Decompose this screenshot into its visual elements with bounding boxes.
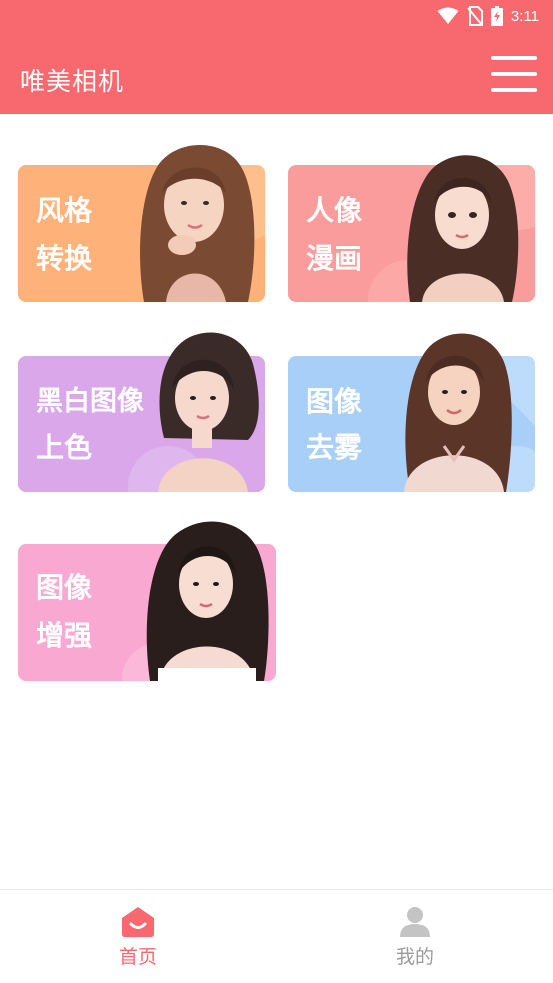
tab-home[interactable]: 首页 bbox=[0, 890, 276, 983]
bottom-tab-bar: 首页 我的 bbox=[0, 889, 553, 983]
card-title-line1: 图像 bbox=[306, 385, 363, 418]
portrait-image bbox=[140, 144, 255, 302]
user-icon bbox=[400, 907, 430, 937]
feature-card-portrait-cartoon[interactable]: 人像 漫画 bbox=[288, 155, 535, 302]
status-icons: 3:11 bbox=[437, 6, 539, 26]
app-bar: 唯美相机 bbox=[0, 32, 553, 114]
portrait-image bbox=[158, 332, 259, 492]
card-title-line1: 风格 bbox=[36, 194, 93, 227]
card-title-line1: 人像 bbox=[306, 194, 363, 227]
feature-card-enhance[interactable]: 图像 增强 bbox=[18, 521, 276, 681]
card-title-line2: 转换 bbox=[36, 242, 93, 275]
portrait-image bbox=[146, 521, 269, 681]
tab-home-label: 首页 bbox=[118, 946, 157, 968]
card-title-line2: 漫画 bbox=[306, 242, 363, 275]
feature-card-colorize[interactable]: 黑白图像 上色 bbox=[18, 332, 265, 492]
tab-mine-label: 我的 bbox=[395, 946, 434, 968]
portrait-image bbox=[407, 155, 519, 302]
no-sim-icon bbox=[467, 6, 483, 26]
card-title-line2: 去雾 bbox=[306, 431, 363, 464]
status-bar: 3:11 bbox=[0, 0, 553, 32]
card-title-line2: 上色 bbox=[36, 431, 93, 464]
card-title-line1: 黑白图像 bbox=[36, 386, 144, 417]
feature-card-dehaze[interactable]: 图像 去雾 bbox=[288, 333, 535, 492]
feature-card-style-transfer[interactable]: 风格 转换 bbox=[18, 144, 265, 302]
status-time: 3:11 bbox=[510, 7, 539, 25]
card-title-line2: 增强 bbox=[36, 619, 93, 652]
battery-charging-icon bbox=[490, 6, 503, 26]
card-title-line1: 图像 bbox=[36, 571, 93, 604]
menu-button[interactable] bbox=[491, 56, 539, 94]
home-icon bbox=[122, 907, 154, 937]
tab-mine[interactable]: 我的 bbox=[277, 890, 553, 983]
portrait-image bbox=[404, 333, 512, 492]
wifi-icon bbox=[437, 7, 459, 24]
app-title: 唯美相机 bbox=[20, 67, 125, 96]
